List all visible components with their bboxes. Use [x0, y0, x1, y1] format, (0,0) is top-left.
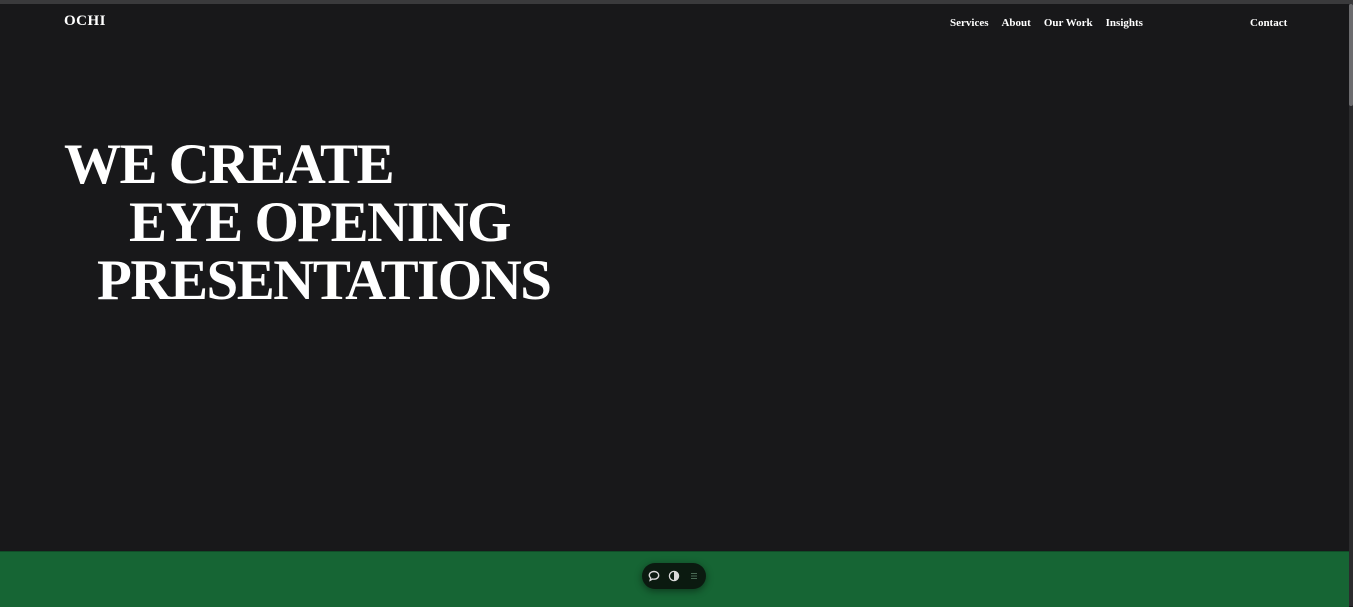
- chat-icon[interactable]: [648, 570, 660, 582]
- hero-line-2: EYE OPENING: [129, 191, 511, 254]
- nav-contact[interactable]: Contact: [1250, 17, 1287, 29]
- nav-our-work[interactable]: Our Work: [1044, 17, 1093, 29]
- floating-toolbar: [642, 563, 706, 589]
- hero-line-1: WE CREATE: [64, 133, 395, 196]
- theme-toggle-icon[interactable]: [668, 570, 680, 582]
- hero-line-3: PRESENTATIONS: [97, 249, 552, 312]
- hero-section: OCHI Services About Our Work Insights Co…: [0, 4, 1349, 551]
- logo[interactable]: OCHI: [64, 13, 106, 30]
- hero-heading: WE CREATE EYE OPENING PRESENTATIONS: [64, 133, 552, 312]
- nav-about[interactable]: About: [1001, 17, 1030, 29]
- nav-insights[interactable]: Insights: [1106, 17, 1143, 29]
- scrollbar-thumb[interactable]: [1349, 4, 1353, 106]
- nav-services[interactable]: Services: [950, 17, 988, 29]
- main-nav: Services About Our Work Insights: [950, 17, 1143, 29]
- menu-icon[interactable]: [688, 570, 700, 582]
- page-scrollbar[interactable]: [1349, 4, 1353, 606]
